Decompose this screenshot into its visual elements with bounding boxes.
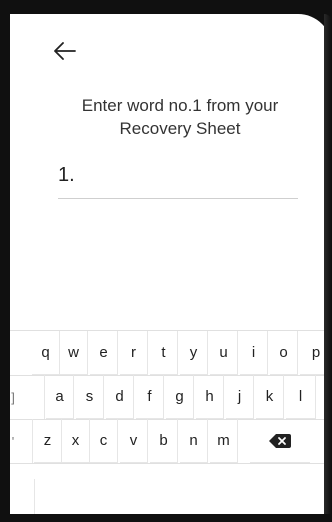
key-z[interactable]: z <box>34 419 62 463</box>
device-edge <box>324 14 332 514</box>
key-divider <box>32 419 33 463</box>
backspace-icon <box>269 433 291 448</box>
key-x[interactable]: x <box>62 419 90 463</box>
key-s[interactable]: s <box>76 375 104 419</box>
key-i[interactable]: i <box>240 331 268 375</box>
key-w[interactable]: w <box>60 331 88 375</box>
key-r[interactable]: r <box>120 331 148 375</box>
key-c[interactable]: c <box>90 419 118 463</box>
partial-key-left-2: ' <box>11 433 15 449</box>
key-f[interactable]: f <box>136 375 164 419</box>
key-m[interactable]: m <box>210 419 238 463</box>
key-q[interactable]: q <box>32 331 60 375</box>
key-v[interactable]: v <box>120 419 148 463</box>
keyboard-row-divider <box>10 463 332 464</box>
key-o[interactable]: o <box>270 331 298 375</box>
recovery-word-input[interactable] <box>84 164 298 196</box>
key-g[interactable]: g <box>166 375 194 419</box>
arrow-left-icon <box>54 42 76 60</box>
prompt-line-2: Recovery Sheet <box>119 119 241 138</box>
key-u[interactable]: u <box>210 331 238 375</box>
key-h[interactable]: h <box>196 375 224 419</box>
key-e[interactable]: e <box>90 331 118 375</box>
screen: Enter word no.1 from your Recovery Sheet… <box>10 14 332 514</box>
backspace-key[interactable] <box>250 419 310 463</box>
key-k[interactable]: k <box>256 375 284 419</box>
key-b[interactable]: b <box>150 419 178 463</box>
keyboard-bottom-row[interactable] <box>34 479 332 514</box>
back-button[interactable] <box>50 36 80 66</box>
key-d[interactable]: d <box>106 375 134 419</box>
key-a[interactable]: a <box>46 375 74 419</box>
prompt-line-1: Enter word no.1 from your <box>81 96 279 115</box>
partial-key-left-1: ] <box>11 389 15 405</box>
on-screen-keyboard: q w e r t y u i o p ] a s d f g h j k l … <box>10 330 332 514</box>
word-index-label: 1. <box>58 164 75 186</box>
key-l[interactable]: l <box>286 375 316 419</box>
key-n[interactable]: n <box>180 419 208 463</box>
key-y[interactable]: y <box>180 331 208 375</box>
key-j[interactable]: j <box>226 375 254 419</box>
word-input-row: 1. <box>58 164 298 199</box>
recovery-prompt: Enter word no.1 from your Recovery Sheet <box>50 94 310 140</box>
key-divider <box>44 375 45 419</box>
key-t[interactable]: t <box>150 331 178 375</box>
